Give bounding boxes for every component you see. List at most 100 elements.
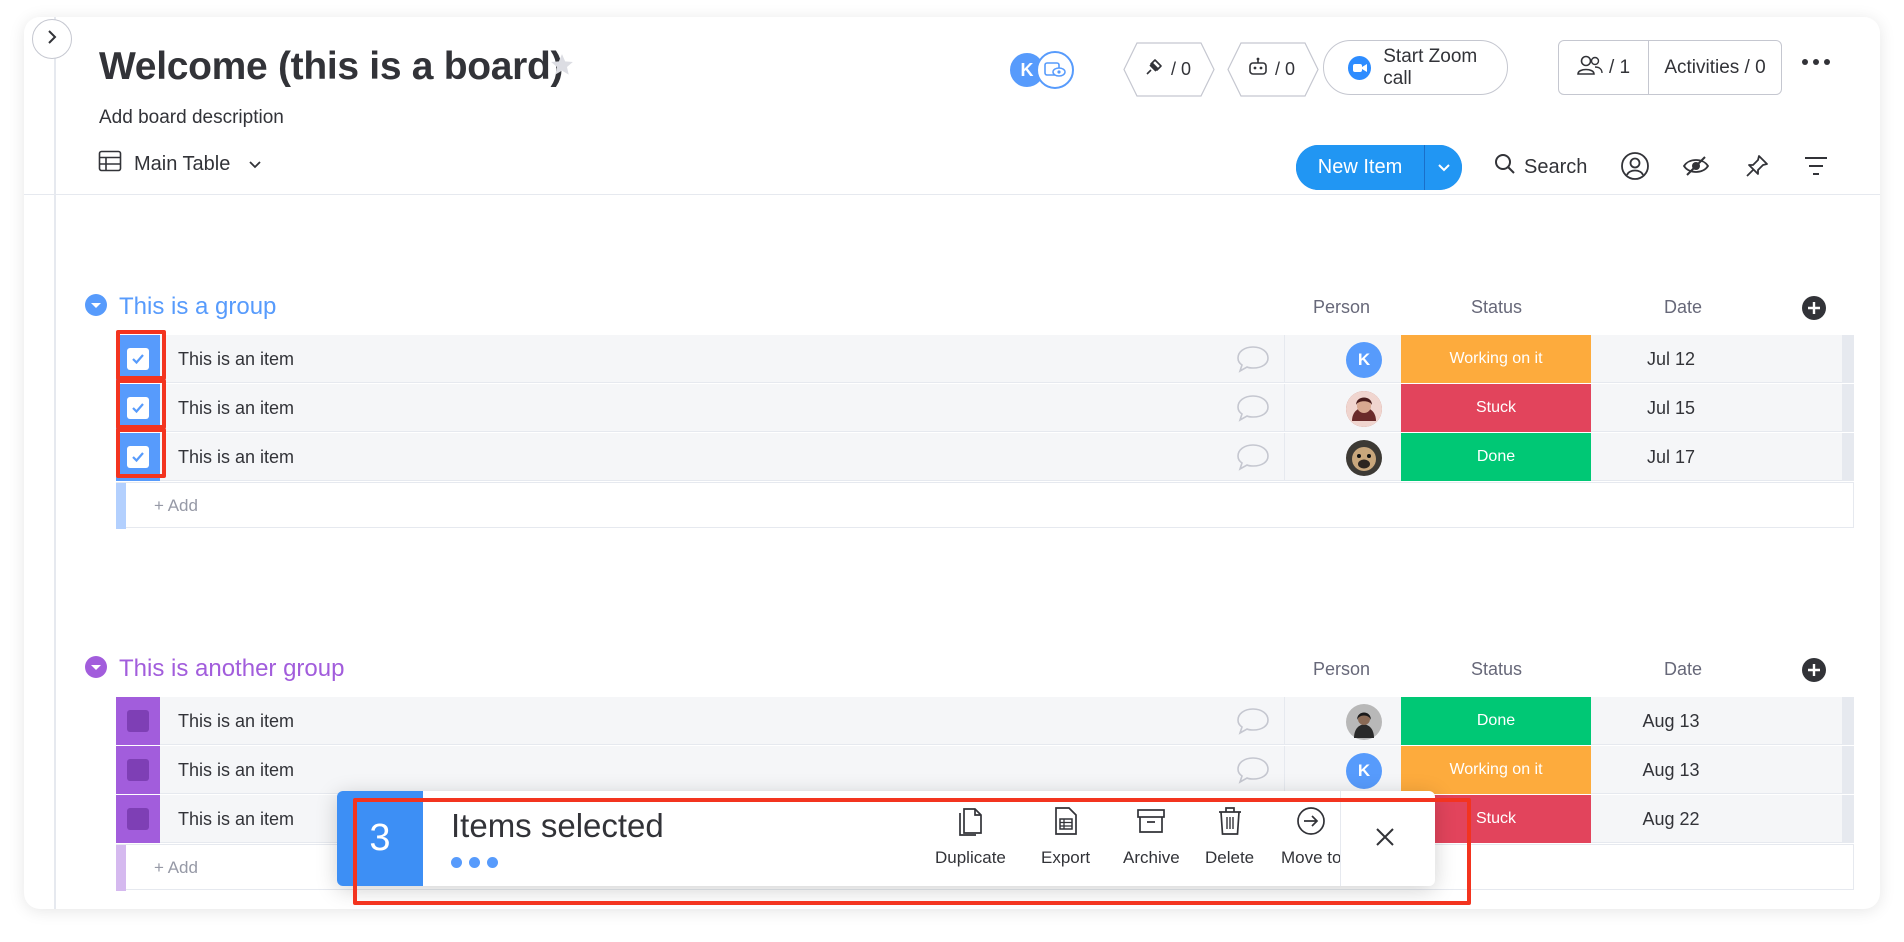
row-checkbox[interactable] [127, 446, 149, 468]
item-name[interactable]: This is an item [178, 349, 294, 370]
status-cell[interactable]: Done [1401, 433, 1591, 481]
star-icon[interactable] [549, 52, 575, 83]
column-person[interactable]: Person [1313, 659, 1370, 680]
new-item-dropdown-icon[interactable] [1424, 145, 1462, 190]
board-description[interactable]: Add board description [99, 107, 284, 129]
board-title[interactable]: Welcome (this is a board) [99, 45, 564, 89]
new-item-label[interactable]: New Item [1296, 145, 1424, 190]
chevron-down-icon [248, 153, 262, 176]
integrations-count: / 0 [1171, 59, 1192, 79]
row-selector[interactable] [116, 746, 160, 794]
table-row[interactable]: This is an item Done Aug 13 [116, 697, 1854, 745]
sidebar-toggle-button[interactable] [32, 19, 72, 59]
person-pug-avatar[interactable] [1346, 440, 1382, 476]
more-options-icon[interactable] [1802, 59, 1830, 65]
column-date[interactable]: Date [1664, 297, 1702, 318]
export-icon [1051, 805, 1081, 842]
archive-button[interactable]: Archive [1123, 805, 1180, 868]
add-item-input[interactable]: + Add [154, 496, 198, 516]
members-button[interactable]: / 1 [1559, 41, 1649, 94]
move-to-label: Move to [1281, 848, 1342, 867]
table-row[interactable]: This is an item Done Jul 17 [116, 433, 1854, 481]
person-avatar[interactable]: K [1346, 342, 1382, 378]
date-cell[interactable]: Aug 13 [1591, 746, 1751, 794]
date-cell[interactable]: Aug 13 [1591, 697, 1751, 745]
integrations-button[interactable]: / 0 [1123, 42, 1215, 97]
person-photo-avatar[interactable] [1346, 391, 1382, 427]
table-row[interactable]: This is an item K Working on it Aug 13 [116, 746, 1854, 794]
start-zoom-call-button[interactable]: Start Zoom call [1323, 40, 1508, 95]
group-title[interactable]: This is a group [119, 293, 276, 321]
delete-label: Delete [1205, 848, 1255, 867]
status-cell[interactable]: Working on it [1401, 746, 1591, 794]
view-label: Main Table [134, 152, 231, 175]
person-avatar[interactable]: K [1346, 753, 1382, 789]
comment-bubble-icon[interactable] [1236, 706, 1270, 741]
filter-icon[interactable] [1803, 155, 1829, 182]
row-checkbox[interactable] [127, 759, 149, 781]
row-checkbox[interactable] [127, 397, 149, 419]
row-checkbox[interactable] [127, 808, 149, 830]
item-name[interactable]: This is an item [178, 760, 294, 781]
zoom-icon [1348, 55, 1372, 80]
item-name[interactable]: This is an item [178, 711, 294, 732]
comment-bubble-icon[interactable] [1236, 344, 1270, 379]
automations-button[interactable]: / 0 [1227, 42, 1319, 97]
move-to-button[interactable]: Move to [1281, 805, 1341, 868]
arrow-right-circle-icon [1295, 805, 1327, 842]
comment-bubble-icon[interactable] [1236, 393, 1270, 428]
row-checkbox[interactable] [127, 710, 149, 732]
item-name[interactable]: This is an item [178, 809, 294, 830]
date-cell[interactable]: Aug 22 [1591, 795, 1751, 843]
comment-bubble-icon[interactable] [1236, 755, 1270, 790]
column-status[interactable]: Status [1471, 659, 1522, 680]
item-name[interactable]: This is an item [178, 398, 294, 419]
duplicate-icon [955, 805, 985, 842]
table-row[interactable]: This is an item Stuck Jul 15 [116, 384, 1854, 432]
duplicate-button[interactable]: Duplicate [935, 805, 1006, 868]
add-column-icon[interactable] [1802, 296, 1826, 320]
add-column-icon[interactable] [1802, 658, 1826, 682]
group-collapse-icon[interactable] [85, 293, 107, 321]
item-name[interactable]: This is an item [178, 447, 294, 468]
automations-count: / 0 [1275, 59, 1296, 79]
table-row[interactable]: This is an item K Working on it Jul 12 [116, 335, 1854, 383]
group-header[interactable]: This is a group [85, 293, 276, 321]
row-selector[interactable] [116, 795, 160, 843]
comment-bubble-icon[interactable] [1236, 442, 1270, 477]
date-cell[interactable]: Jul 17 [1591, 433, 1751, 481]
export-label: Export [1041, 848, 1091, 867]
members-count: / 1 [1608, 56, 1631, 78]
status-cell[interactable]: Working on it [1401, 335, 1591, 383]
date-cell[interactable]: Jul 15 [1591, 384, 1751, 432]
new-item-button[interactable]: New Item [1296, 145, 1462, 190]
date-cell[interactable]: Jul 12 [1591, 335, 1751, 383]
hide-eye-icon[interactable] [1682, 153, 1710, 184]
row-selector[interactable] [116, 433, 160, 481]
board-subscribers[interactable]: K [1008, 49, 1078, 93]
delete-button[interactable]: Delete [1205, 805, 1254, 868]
search-button[interactable]: Search [1494, 153, 1587, 181]
add-item-input[interactable]: + Add [154, 858, 198, 878]
status-cell[interactable]: Stuck [1401, 384, 1591, 432]
group-header[interactable]: This is another group [85, 655, 344, 683]
row-checkbox[interactable] [127, 348, 149, 370]
view-selector[interactable]: Main Table [98, 149, 262, 179]
archive-icon [1135, 805, 1167, 842]
person-filter-icon[interactable] [1620, 151, 1650, 186]
column-person[interactable]: Person [1313, 297, 1370, 318]
row-selector[interactable] [116, 335, 160, 383]
group-collapse-icon[interactable] [85, 655, 107, 683]
status-cell[interactable]: Done [1401, 697, 1591, 745]
column-date[interactable]: Date [1664, 659, 1702, 680]
group-title[interactable]: This is another group [119, 655, 344, 683]
column-status[interactable]: Status [1471, 297, 1522, 318]
add-item-row[interactable]: + Add [116, 482, 1854, 529]
row-selector[interactable] [116, 697, 160, 745]
activities-button[interactable]: Activities / 0 [1649, 57, 1781, 79]
export-button[interactable]: Export [1041, 805, 1090, 868]
row-selector[interactable] [116, 384, 160, 432]
person-photo-avatar[interactable] [1346, 704, 1382, 740]
pin-icon[interactable] [1744, 153, 1770, 184]
close-icon[interactable] [1371, 823, 1399, 856]
